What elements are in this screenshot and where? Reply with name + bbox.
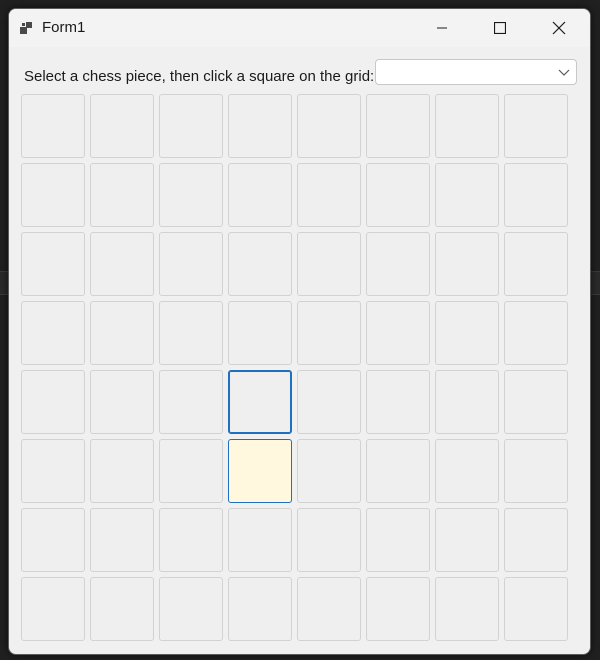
grid-square-r4-c3[interactable] xyxy=(228,370,292,434)
grid-square-r5-c4[interactable] xyxy=(297,439,361,503)
grid-square-r7-c1[interactable] xyxy=(90,577,154,641)
grid-square-r7-c5[interactable] xyxy=(366,577,430,641)
grid-square-r0-c6[interactable] xyxy=(435,94,499,158)
app-icon xyxy=(20,22,32,34)
grid-square-r5-c7[interactable] xyxy=(504,439,568,503)
grid-square-r6-c5[interactable] xyxy=(366,508,430,572)
grid-square-r0-c7[interactable] xyxy=(504,94,568,158)
grid-square-r0-c3[interactable] xyxy=(228,94,292,158)
grid-square-r0-c0[interactable] xyxy=(21,94,85,158)
grid-square-r7-c4[interactable] xyxy=(297,577,361,641)
grid-square-r7-c6[interactable] xyxy=(435,577,499,641)
grid-square-r5-c2[interactable] xyxy=(159,439,223,503)
grid-square-r3-c3[interactable] xyxy=(228,301,292,365)
grid-square-r1-c1[interactable] xyxy=(90,163,154,227)
close-icon xyxy=(552,21,566,35)
grid-square-r4-c5[interactable] xyxy=(366,370,430,434)
grid-square-r3-c0[interactable] xyxy=(21,301,85,365)
grid-square-r1-c7[interactable] xyxy=(504,163,568,227)
window-title: Form1 xyxy=(42,19,86,36)
grid-square-r0-c5[interactable] xyxy=(366,94,430,158)
grid-square-r6-c0[interactable] xyxy=(21,508,85,572)
grid-square-r3-c7[interactable] xyxy=(504,301,568,365)
minimize-button[interactable] xyxy=(413,9,471,47)
chevron-down-icon[interactable] xyxy=(558,67,570,77)
grid-square-r1-c3[interactable] xyxy=(228,163,292,227)
grid-square-r7-c3[interactable] xyxy=(228,577,292,641)
grid-square-r1-c6[interactable] xyxy=(435,163,499,227)
grid-square-r7-c0[interactable] xyxy=(21,577,85,641)
grid-square-r2-c2[interactable] xyxy=(159,232,223,296)
grid-square-r7-c2[interactable] xyxy=(159,577,223,641)
maximize-button[interactable] xyxy=(471,9,529,47)
grid-square-r5-c0[interactable] xyxy=(21,439,85,503)
grid-square-r2-c5[interactable] xyxy=(366,232,430,296)
grid-square-r5-c3[interactable] xyxy=(228,439,292,503)
grid-square-r3-c6[interactable] xyxy=(435,301,499,365)
grid-square-r2-c4[interactable] xyxy=(297,232,361,296)
grid-square-r6-c2[interactable] xyxy=(159,508,223,572)
piece-selector-combobox[interactable] xyxy=(375,59,577,85)
instruction-label: Select a chess piece, then click a squar… xyxy=(24,68,375,85)
grid-square-r5-c5[interactable] xyxy=(366,439,430,503)
grid-square-r0-c1[interactable] xyxy=(90,94,154,158)
grid-square-r3-c2[interactable] xyxy=(159,301,223,365)
grid-square-r2-c3[interactable] xyxy=(228,232,292,296)
grid-square-r6-c7[interactable] xyxy=(504,508,568,572)
grid-square-r5-c1[interactable] xyxy=(90,439,154,503)
grid-square-r4-c0[interactable] xyxy=(21,370,85,434)
grid-square-r3-c4[interactable] xyxy=(297,301,361,365)
grid-square-r1-c5[interactable] xyxy=(366,163,430,227)
grid-square-r3-c5[interactable] xyxy=(366,301,430,365)
grid-square-r6-c4[interactable] xyxy=(297,508,361,572)
grid-square-r6-c1[interactable] xyxy=(90,508,154,572)
grid-square-r6-c3[interactable] xyxy=(228,508,292,572)
grid-square-r6-c6[interactable] xyxy=(435,508,499,572)
grid-square-r4-c6[interactable] xyxy=(435,370,499,434)
grid-square-r1-c0[interactable] xyxy=(21,163,85,227)
grid-square-r7-c7[interactable] xyxy=(504,577,568,641)
grid-square-r2-c7[interactable] xyxy=(504,232,568,296)
grid-square-r0-c2[interactable] xyxy=(159,94,223,158)
grid-square-r0-c4[interactable] xyxy=(297,94,361,158)
minimize-icon xyxy=(437,27,447,29)
grid-square-r1-c2[interactable] xyxy=(159,163,223,227)
chess-grid xyxy=(21,94,573,646)
grid-square-r5-c6[interactable] xyxy=(435,439,499,503)
grid-square-r1-c4[interactable] xyxy=(297,163,361,227)
grid-square-r4-c1[interactable] xyxy=(90,370,154,434)
grid-square-r2-c6[interactable] xyxy=(435,232,499,296)
grid-square-r4-c2[interactable] xyxy=(159,370,223,434)
close-button[interactable] xyxy=(530,9,588,47)
title-bar[interactable]: Form1 xyxy=(9,9,590,47)
grid-square-r3-c1[interactable] xyxy=(90,301,154,365)
grid-square-r2-c1[interactable] xyxy=(90,232,154,296)
grid-square-r2-c0[interactable] xyxy=(21,232,85,296)
maximize-icon xyxy=(494,22,506,34)
grid-square-r4-c7[interactable] xyxy=(504,370,568,434)
form-window: Form1 Select a chess piece, then click a… xyxy=(8,8,591,655)
grid-square-r4-c4[interactable] xyxy=(297,370,361,434)
